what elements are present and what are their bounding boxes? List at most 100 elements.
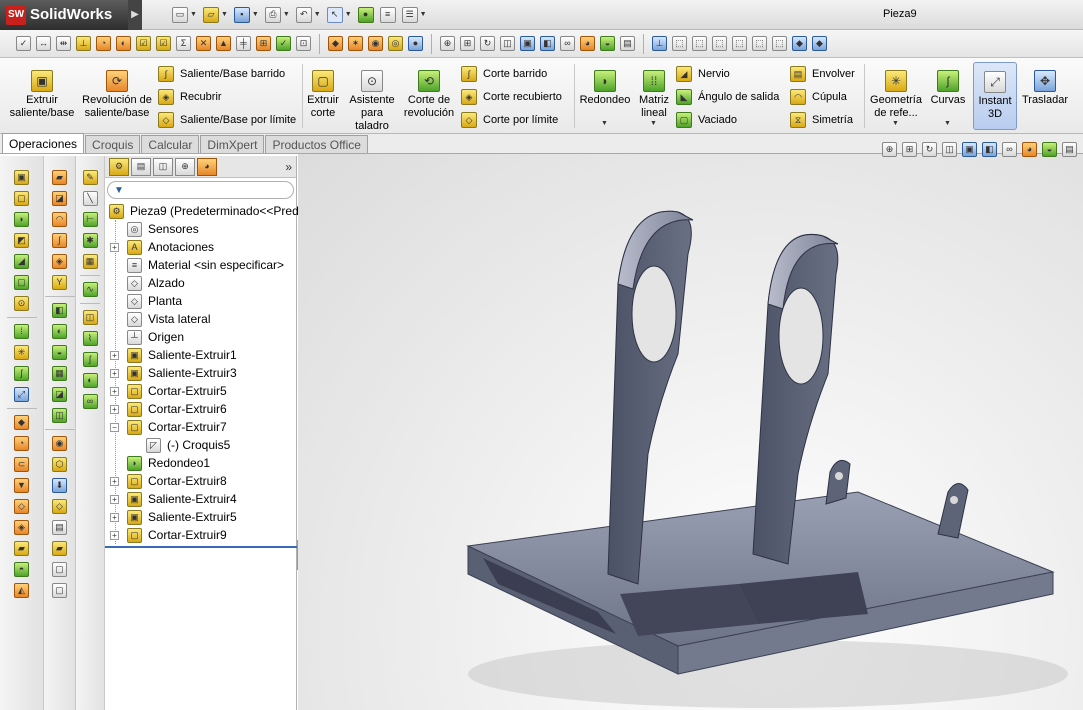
feature-icon[interactable]: ◆ — [328, 36, 343, 51]
line-icon[interactable]: ╲ — [82, 191, 98, 206]
flex-icon[interactable]: ◔ — [14, 436, 29, 451]
pattern-icon[interactable]: ⁞ — [14, 324, 29, 339]
tree-item-cortar-extruir7[interactable]: − ▢ Cortar-Extruir7 — [105, 418, 296, 436]
configuration-manager-tab-icon[interactable]: ◫ — [153, 157, 173, 176]
tree-item-cortar-extruir9[interactable]: + ▢ Cortar-Extruir9 — [105, 526, 296, 544]
reference-icon[interactable]: ✳ — [14, 345, 29, 360]
open-folder-icon[interactable]: ▱ — [202, 6, 219, 23]
tree-item-saliente-extruir1[interactable]: + ▣ Saliente-Extruir1 — [105, 346, 296, 364]
hexagon-icon[interactable]: ⬡ — [52, 457, 67, 472]
chevron-down-icon[interactable]: ▼ — [252, 11, 259, 18]
expand-icon[interactable]: + — [110, 494, 119, 504]
reference-geometry-button[interactable]: ✳ Geometría de refe... — [868, 70, 924, 120]
rib-icon[interactable]: ◢ — [14, 254, 29, 269]
tree-item-cortar-extruir5[interactable]: + ▢ Cortar-Extruir5 — [105, 382, 296, 400]
pattern-icon[interactable]: ⊞ — [256, 36, 271, 51]
expand-icon[interactable]: + — [110, 476, 119, 486]
chevron-down-icon[interactable]: ▼ — [345, 11, 352, 18]
tree-item-material[interactable]: ≡ Material <sin especificar> — [105, 256, 296, 274]
edit-appearance-icon[interactable]: ◕ — [1022, 142, 1037, 157]
file-properties-icon[interactable]: ≡ — [379, 6, 396, 23]
cube-view-front-icon[interactable]: ⬚ — [672, 36, 687, 51]
linear-pattern-button[interactable]: ⁞⁞ Matriz lineal — [636, 70, 672, 120]
zoom-fit-icon[interactable]: ⊕ — [440, 36, 455, 51]
composite-curve-icon[interactable]: ◫ — [82, 310, 98, 325]
wrap-icon[interactable]: ◉ — [52, 436, 67, 451]
expand-icon[interactable]: + — [110, 512, 119, 522]
indent-icon[interactable]: ▼ — [14, 478, 29, 493]
projected-curve-icon[interactable]: ⌇ — [82, 331, 98, 346]
spelling-icon[interactable]: ✓ — [16, 36, 31, 51]
section-view-icon[interactable]: ◫ — [942, 142, 957, 157]
offset-icon[interactable]: ◐ — [52, 324, 67, 339]
extend-icon[interactable]: ◪ — [52, 387, 67, 402]
sweep-icon[interactable]: ∫ — [52, 233, 67, 248]
chamfer-icon[interactable]: ◩ — [14, 233, 29, 248]
pen-icon[interactable]: ✎ — [82, 170, 98, 185]
chevron-down-icon[interactable]: ▼ — [944, 120, 951, 127]
surface-icon[interactable]: ◒ — [52, 345, 67, 360]
lofted-cut-button[interactable]: ◈ Corte recubierto — [461, 89, 562, 105]
more-tabs-icon[interactable]: » — [285, 160, 292, 174]
tree-item-planta[interactable]: ◇ Planta — [105, 292, 296, 310]
graphics-area[interactable] — [298, 154, 1083, 710]
revolve-cut-button[interactable]: ⟲ Corte de revolución — [402, 70, 456, 120]
curves-button[interactable]: ʃ Curvas — [928, 70, 968, 107]
new-document-icon[interactable]: ▭ — [172, 6, 188, 23]
tree-root-part[interactable]: ⚙ Pieza9 (Predeterminado<<Pred — [105, 202, 299, 220]
chevron-down-icon[interactable]: ▼ — [190, 11, 197, 18]
warning-icon[interactable]: ▲ — [216, 36, 231, 51]
sum-icon[interactable]: Σ — [176, 36, 191, 51]
tree-filter-input[interactable]: ▼ — [107, 181, 294, 199]
cube-view-dimetric-icon[interactable]: ◆ — [812, 36, 827, 51]
shell-button[interactable]: ▢ Vaciado — [676, 112, 737, 128]
rebuild-traffic-light-icon[interactable]: ● — [357, 6, 374, 23]
tree-item-saliente-extruir5[interactable]: + ▣ Saliente-Extruir5 — [105, 508, 296, 526]
tab-productos-office[interactable]: Productos Office — [265, 135, 368, 153]
solidworks-logo[interactable]: SW SolidWorks — [0, 0, 128, 30]
gauge-icon[interactable]: ◔ — [96, 36, 111, 51]
chevron-down-icon[interactable]: ▼ — [314, 11, 321, 18]
cube-view-right-icon[interactable]: ⬚ — [732, 36, 747, 51]
point-icon[interactable]: ✱ — [82, 233, 98, 248]
view-normal-icon[interactable]: ⊥ — [652, 36, 667, 51]
check-icon[interactable]: ✓ — [276, 36, 291, 51]
freeform-icon[interactable]: ◇ — [14, 499, 29, 514]
cube-view-back-icon[interactable]: ⬚ — [692, 36, 707, 51]
dimxpert-manager-tab-icon[interactable]: ⊕ — [175, 157, 195, 176]
hole-wizard-button[interactable]: ⊙ Asistente para taladro — [346, 70, 398, 133]
dome-button[interactable]: ◠ Cúpula — [790, 89, 847, 105]
spark-icon[interactable]: ✶ — [348, 36, 363, 51]
display-manager-tab-icon[interactable]: ◕ — [197, 157, 217, 176]
split-curve-icon[interactable]: ◐ — [82, 373, 98, 388]
coordinate-icon[interactable]: ▦ — [82, 254, 98, 269]
box-outline-icon[interactable]: ▢ — [52, 583, 67, 598]
expand-icon[interactable]: + — [110, 386, 119, 396]
tab-croquis[interactable]: Croquis — [85, 135, 141, 153]
split-icon[interactable]: ╪ — [236, 36, 251, 51]
rib-button[interactable]: ◢ Nervio — [676, 66, 730, 82]
expand-icon[interactable]: + — [110, 368, 119, 378]
tree-item-sensores[interactable]: ◎ Sensores — [105, 220, 296, 238]
move-button[interactable]: ✥ Trasladar — [1020, 70, 1070, 107]
extrude-cut-button[interactable]: ▢ Extruir corte — [305, 70, 341, 120]
extrude-icon[interactable]: ▣ — [14, 170, 29, 185]
helix-icon[interactable]: ʃ — [82, 352, 98, 367]
move-face-icon[interactable]: ◆ — [14, 415, 29, 430]
rotate-icon[interactable]: ↻ — [480, 36, 495, 51]
axis-icon[interactable]: ⊢ — [82, 212, 98, 227]
mesh-icon[interactable]: ▤ — [52, 520, 67, 535]
grid-icon[interactable]: ⊡ — [296, 36, 311, 51]
property-manager-tab-icon[interactable]: ▤ — [131, 157, 151, 176]
shell-icon[interactable]: ▢ — [14, 275, 29, 290]
loft-icon[interactable]: ◈ — [52, 254, 67, 269]
zoom-to-area-icon[interactable]: ⊞ — [902, 142, 917, 157]
chevron-down-icon[interactable]: ▼ — [650, 120, 657, 127]
undo-icon[interactable]: ↶ — [295, 6, 312, 23]
collapse-icon[interactable]: − — [110, 422, 119, 432]
select-pointer-icon[interactable]: ↖ — [326, 6, 343, 23]
curve-through-icon[interactable]: ∞ — [82, 394, 98, 409]
mirror-button[interactable]: ⧖ Simetría — [790, 112, 853, 128]
combine-icon[interactable]: ◓ — [14, 562, 29, 577]
dome-icon[interactable]: ◠ — [52, 212, 67, 227]
